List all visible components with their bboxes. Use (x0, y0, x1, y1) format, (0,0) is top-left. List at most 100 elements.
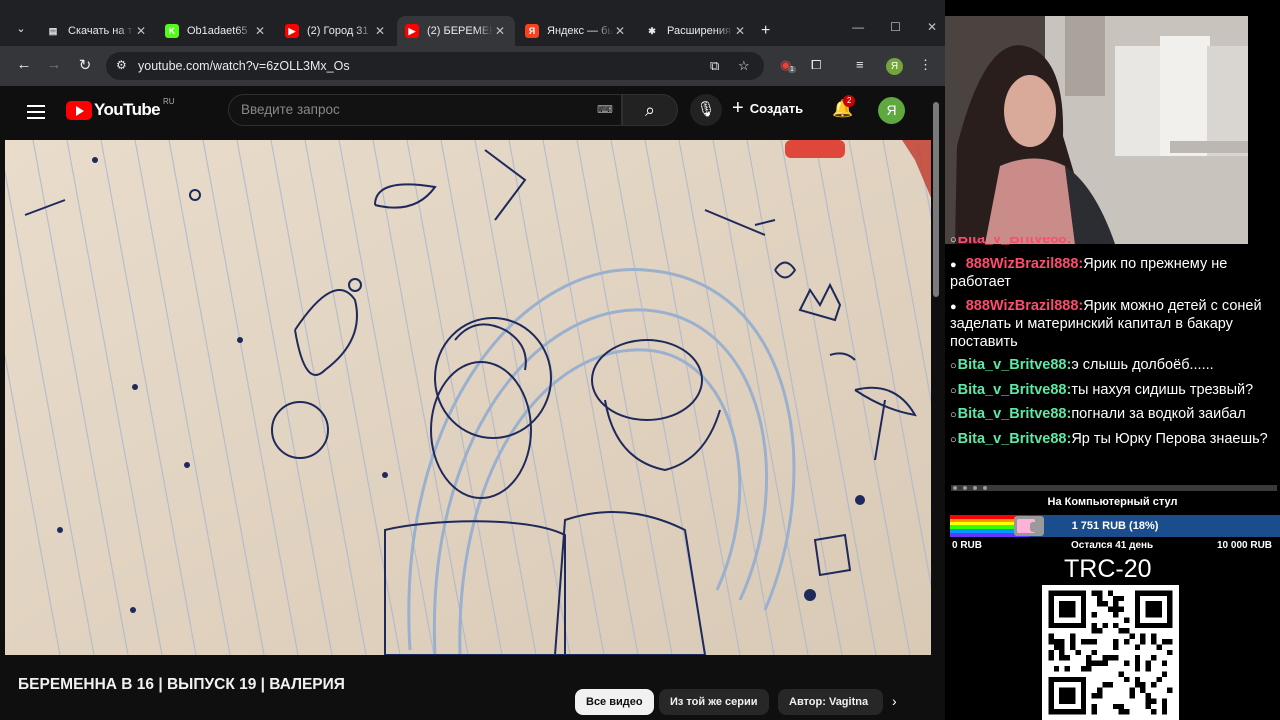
minimize-icon[interactable]: — (852, 20, 864, 34)
browser-toolbar: ← → ↻ ⚙ youtube.com/watch?v=6zOLL3Mx_Os … (0, 46, 945, 86)
tab-favicon-icon: ✱ (648, 26, 656, 36)
chip-next-chevron-icon[interactable]: › (892, 693, 897, 709)
chat-message: ● 888WizBrazil888:Ярик можно детей с сон… (950, 297, 1262, 350)
account-avatar[interactable]: Я (878, 97, 905, 124)
youtube-logo[interactable]: YouTube RU (66, 96, 175, 120)
video-frame (5, 140, 932, 655)
chat-text: э слышь долбоёб...... (1071, 357, 1214, 373)
crypto-label: TRC-20 (1064, 555, 1152, 583)
tab-3[interactable]: ▶ (2) Город 31 ✕ (277, 16, 395, 46)
chat-text: ты нахуя сидишь трезвый? (1071, 381, 1254, 398)
notifications-button[interactable]: 🔔 2 (832, 95, 856, 119)
chat-nick: Bita_v_Britve88: (957, 237, 1072, 247)
bookmark-star-icon[interactable]: ☆ (738, 58, 750, 74)
tab-close-icon[interactable]: ✕ (373, 24, 387, 38)
goal-title: На Компьютерный стул (1047, 496, 1178, 508)
extensions-puzzle-icon[interactable]: ⧠ (811, 57, 821, 73)
tab-favicon-icon: K (165, 24, 179, 38)
media-controls-icon[interactable]: ≡ (856, 57, 864, 72)
chat-message: ○Bita_v_Britve88:э слышь долбоёб...... (950, 357, 1214, 373)
chat-text: Яр ты Юрку Перова знаешь? (1071, 430, 1268, 447)
tab-title: (2) БЕРЕМЕН (427, 25, 493, 37)
chip-same-series[interactable]: Из той же серии (659, 689, 769, 715)
tab-4[interactable]: ▶ (2) БЕРЕМЕН ✕ (397, 16, 515, 46)
hamburger-menu-icon[interactable] (27, 101, 45, 123)
tab-favicon-icon: Я (525, 24, 539, 38)
install-app-icon[interactable]: ⧉ (710, 58, 719, 74)
search-icon: ⌕ (644, 100, 656, 120)
tab-close-icon[interactable]: ✕ (253, 24, 267, 38)
video-player[interactable] (5, 140, 932, 655)
browser-window: ⌄ ▤ Скачать на т ✕ K Ob1adaet65 ✕ ▶ (2) Город 3… (0, 0, 945, 720)
maximize-icon[interactable]: ☐ (890, 20, 901, 34)
tab-close-icon[interactable]: ✕ (733, 24, 747, 38)
chat-text: погнали за водкой заибал (1071, 406, 1246, 422)
search-button[interactable]: ⌕ (622, 94, 678, 126)
youtube-play-icon (66, 100, 92, 120)
voice-search-button[interactable]: 🎙 (690, 94, 722, 126)
tab-6[interactable]: ✱ Расширения ✕ (637, 16, 755, 46)
chat-nick: Bita_v_Britve88: (957, 381, 1072, 398)
webcam-image (945, 16, 1248, 244)
youtube-page: YouTube RU ⌨ ⌕ 🎙 + Создать 🔔 2 Я (5, 87, 941, 720)
chat-message: ○Bita_v_Britve88:Яр ты Юрку Перова знаеш… (950, 430, 1268, 447)
tab-title: Скачать на т (68, 25, 133, 37)
chip-all-videos[interactable]: Все видео (575, 689, 654, 715)
reload-icon[interactable]: ↻ (75, 56, 95, 74)
goal-current-amount: 1 751 RUB (18%) (1071, 520, 1159, 532)
country-code: RU (163, 96, 175, 106)
chat-nick: Bita_v_Britve88: (957, 357, 1072, 373)
browser-menu-icon[interactable]: ⋮ (919, 57, 932, 73)
scrollbar-thumb[interactable] (933, 102, 939, 297)
tab-2[interactable]: K Ob1adaet65 ✕ (157, 16, 275, 46)
chat-message: ○Bita_v_Britve88:погнали за водкой заиба… (950, 406, 1246, 422)
tab-close-icon[interactable]: ✕ (134, 24, 148, 38)
tab-title: (2) Город 31 (307, 25, 369, 37)
notifications-badge: 2 (843, 95, 856, 107)
window-controls: — ☐ ✕ (852, 20, 937, 34)
tab-search-icon[interactable]: ⌄ (10, 18, 32, 40)
tab-favicon-icon: ▶ (405, 24, 419, 38)
chat-message: ○Bita_v_Britve88: (950, 237, 1276, 250)
qr-code (1042, 585, 1179, 720)
chip-author[interactable]: Автор: Vagitna (778, 689, 883, 715)
goal-max: 10 000 RUB (1217, 540, 1273, 551)
goal-progress-bar: 1 751 RUB (18%) (950, 515, 1280, 537)
forward-icon[interactable]: → (44, 56, 64, 73)
tab-favicon-icon: ▶ (285, 24, 299, 38)
tab-title: Расширения (667, 25, 731, 37)
chat-nick: 888WizBrazil888: (965, 297, 1084, 314)
back-icon[interactable]: ← (14, 56, 34, 73)
close-window-icon[interactable]: ✕ (927, 20, 937, 34)
tab-favicon-icon: ▤ (48, 26, 58, 36)
tab-1[interactable]: ▤ Скачать на т ✕ (38, 16, 156, 46)
chat-nick: Bita_v_Britve88: (957, 406, 1072, 422)
tabstrip-top (0, 0, 945, 12)
new-tab-icon[interactable]: + (761, 22, 770, 40)
tab-title: Ob1adaet65 (187, 25, 248, 37)
youtube-wordmark: YouTube (94, 100, 161, 119)
chat-message: ● 888WizBrazil888:Ярик по прежнему не ра… (950, 255, 1228, 291)
tab-close-icon[interactable]: ✕ (613, 24, 627, 38)
microphone-icon: 🎙 (696, 101, 716, 118)
goal-min: 0 RUB (952, 540, 983, 551)
address-bar[interactable]: ⚙ youtube.com/watch?v=6zOLL3Mx_Os ⧉ ☆ (106, 52, 764, 80)
chat-nick: Bita_v_Britve88: (957, 430, 1072, 447)
keyboard-icon[interactable]: ⌨ (597, 103, 613, 116)
stream-overlay: ○Bita_v_Britve88: ● 888WizBrazil888:Ярик … (945, 0, 1280, 720)
tab-close-icon[interactable]: ✕ (493, 24, 507, 38)
create-label: Создать (749, 100, 804, 116)
page-scrollbar[interactable] (931, 87, 941, 720)
extension-badge: 1 (788, 66, 796, 73)
create-button[interactable]: + Создать (732, 97, 804, 119)
plus-icon: + (732, 97, 744, 119)
chat-nick: 888WizBrazil888: (965, 255, 1084, 272)
profile-avatar[interactable]: Я (886, 58, 903, 75)
site-info-icon[interactable]: ⚙ (116, 58, 127, 72)
webcam-feed (945, 16, 1248, 244)
video-title: БЕРЕМЕННА В 16 | ВЫПУСК 19 | ВАЛЕРИЯ (18, 676, 345, 693)
search-input[interactable] (241, 102, 581, 117)
search-box: ⌨ (228, 94, 622, 126)
tab-5[interactable]: Я Яндекс — бы ✕ (517, 16, 635, 46)
chat-messages: ○Bita_v_Britve88: ● 888WizBrazil888:Ярик … (950, 237, 1276, 449)
